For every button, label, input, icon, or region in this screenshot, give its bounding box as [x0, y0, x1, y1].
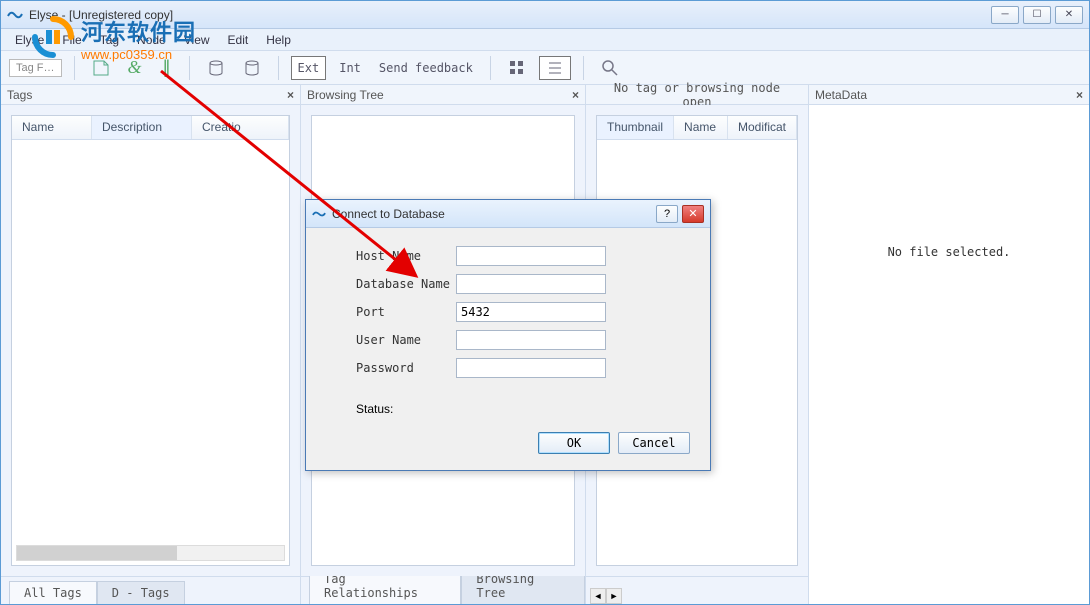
database-icon-2[interactable]	[238, 56, 266, 80]
ampersand-tool-icon[interactable]: &	[123, 56, 147, 80]
toolbar: Tag F… & || Ext Int Send feedback	[1, 51, 1089, 85]
window-titlebar: Elyse - [Unregistered copy] ─ ☐ ✕	[1, 1, 1089, 29]
minimize-button[interactable]: ─	[991, 6, 1019, 24]
host-label: Host Name	[356, 249, 456, 263]
dialog-close-button[interactable]: ✕	[682, 205, 704, 223]
port-label: Port	[356, 305, 456, 319]
host-input[interactable]	[456, 246, 606, 266]
database-icon-1[interactable]	[202, 56, 230, 80]
browsing-panel-title: Browsing Tree	[307, 88, 384, 102]
col-name[interactable]: Name	[12, 116, 92, 139]
port-input[interactable]	[456, 302, 606, 322]
menu-tag[interactable]: Tag	[92, 31, 127, 49]
metadata-empty-text: No file selected.	[809, 105, 1089, 259]
dialog-titlebar: Connect to Database ? ✕	[306, 200, 710, 228]
view-list-icon[interactable]	[539, 56, 571, 80]
send-feedback-button[interactable]: Send feedback	[374, 56, 478, 80]
dialog-title: Connect to Database	[332, 207, 652, 221]
view-thumbnails-icon[interactable]	[503, 56, 531, 80]
database-label: Database Name	[356, 277, 456, 291]
status-label: Status:	[356, 402, 393, 416]
tags-hscrollbar[interactable]	[16, 545, 285, 561]
browsing-bottom-tabs: Tag Relationships Browsing Tree	[301, 576, 585, 604]
user-input[interactable]	[456, 330, 606, 350]
close-button[interactable]: ✕	[1055, 6, 1083, 24]
menu-view[interactable]: View	[176, 31, 218, 49]
col-modification[interactable]: Modificat	[728, 116, 797, 139]
menu-node[interactable]: Node	[129, 31, 174, 49]
maximize-button[interactable]: ☐	[1023, 6, 1051, 24]
int-button[interactable]: Int	[334, 56, 366, 80]
col-list-name[interactable]: Name	[674, 116, 728, 139]
browsing-panel-header: Browsing Tree ×	[301, 85, 585, 105]
user-label: User Name	[356, 333, 456, 347]
menu-file[interactable]: File	[54, 31, 89, 49]
tags-bottom-tabs: All Tags D - Tags	[1, 576, 300, 604]
window-title: Elyse - [Unregistered copy]	[29, 8, 991, 22]
tab-d-tags[interactable]: D - Tags	[97, 581, 185, 604]
database-input[interactable]	[456, 274, 606, 294]
tags-panel-title: Tags	[7, 88, 32, 102]
col-thumbnail[interactable]: Thumbnail	[597, 116, 674, 139]
ok-button[interactable]: OK	[538, 432, 610, 454]
metadata-panel-header: MetaData ×	[809, 85, 1089, 105]
dialog-help-button[interactable]: ?	[656, 205, 678, 223]
scroll-right-icon[interactable]: ►	[606, 588, 622, 604]
metadata-panel-title: MetaData	[815, 88, 867, 102]
list-bottom-scroll: ◄ ►	[586, 576, 808, 604]
password-label: Password	[356, 361, 456, 375]
dialog-app-icon	[312, 208, 326, 220]
menu-edit[interactable]: Edit	[220, 31, 257, 49]
scroll-left-icon[interactable]: ◄	[590, 588, 606, 604]
cancel-button[interactable]: Cancel	[618, 432, 690, 454]
menubar: Elyse File Tag Node View Edit Help	[1, 29, 1089, 51]
tags-panel: Tags × Name Description Creatio All Tags…	[1, 85, 301, 604]
browsing-panel-close-icon[interactable]: ×	[572, 88, 579, 102]
connect-database-dialog: Connect to Database ? ✕ Host Name Databa…	[305, 199, 711, 471]
metadata-panel: MetaData × No file selected.	[809, 85, 1089, 604]
pause-tool-icon[interactable]: ||	[155, 56, 177, 80]
menu-help[interactable]: Help	[258, 31, 299, 49]
menu-elyse[interactable]: Elyse	[7, 31, 52, 49]
ext-button[interactable]: Ext	[291, 56, 327, 80]
list-column-headers: Thumbnail Name Modificat	[597, 116, 797, 140]
metadata-panel-close-icon[interactable]: ×	[1076, 88, 1083, 102]
col-description[interactable]: Description	[92, 116, 192, 139]
tag-filter-label[interactable]: Tag F…	[9, 59, 62, 77]
list-panel-header: No tag or browsing node open	[586, 85, 808, 105]
col-creation[interactable]: Creatio	[192, 116, 289, 139]
tags-panel-close-icon[interactable]: ×	[287, 88, 294, 102]
password-input[interactable]	[456, 358, 606, 378]
tag-tool-icon[interactable]	[87, 56, 115, 80]
tab-all-tags[interactable]: All Tags	[9, 581, 97, 604]
tags-panel-header: Tags ×	[1, 85, 300, 105]
tags-column-headers: Name Description Creatio	[12, 116, 289, 140]
app-icon	[7, 7, 23, 23]
